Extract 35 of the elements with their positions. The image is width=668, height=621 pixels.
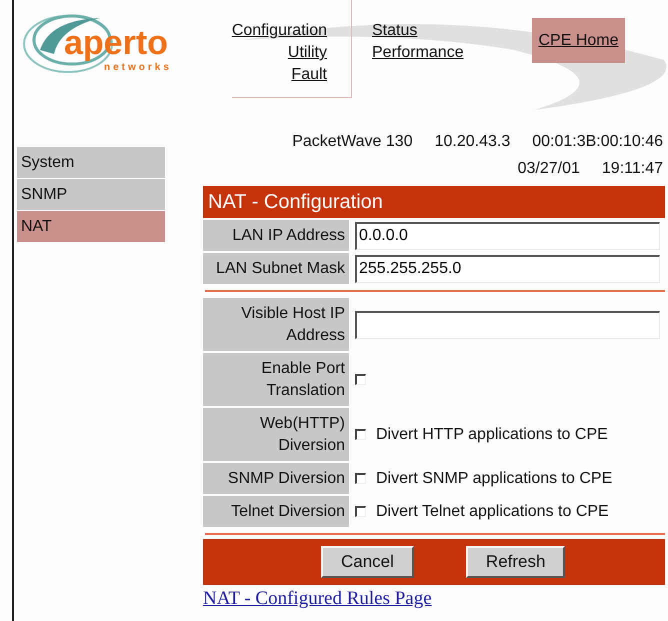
field-label: SNMP Diversion: [203, 463, 349, 494]
sidebar-item[interactable]: NAT: [17, 211, 165, 242]
device-info: PacketWave 130: [292, 132, 413, 150]
checkbox[interactable]: [355, 506, 366, 517]
checkbox[interactable]: [355, 429, 366, 440]
field-label: Visible Host IP Address: [203, 298, 349, 351]
nav-link[interactable]: Utility: [288, 42, 327, 64]
sidebar-item[interactable]: SNMP: [17, 179, 165, 210]
input-field[interactable]: 0.0.0.0: [355, 222, 660, 250]
checkbox[interactable]: [355, 374, 366, 385]
field-label: LAN Subnet Mask: [203, 253, 349, 284]
checkbox[interactable]: [355, 473, 366, 484]
form-button[interactable]: Refresh: [466, 546, 566, 578]
field-label: Telnet Diversion: [203, 496, 349, 527]
checkbox-label: Divert HTTP applications to CPE: [376, 426, 608, 444]
nav-link[interactable]: Configuration: [232, 20, 327, 42]
sidebar-item[interactable]: System: [17, 147, 165, 178]
nav-link[interactable]: Fault: [291, 64, 327, 86]
device-info: 10.20.43.3: [434, 132, 510, 150]
home-button[interactable]: CPE Home: [532, 18, 625, 63]
section-title: NAT - Configuration: [203, 186, 665, 218]
field-label: Enable Port Translation: [203, 353, 349, 406]
nav-link[interactable]: Performance: [372, 42, 464, 64]
field-label: LAN IP Address: [203, 220, 349, 251]
device-info: 00:01:3B:00:10:46: [532, 132, 663, 150]
input-field[interactable]: [355, 310, 660, 338]
form-button[interactable]: Cancel: [321, 546, 414, 578]
checkbox-label: Divert SNMP applications to CPE: [376, 470, 612, 488]
checkbox-label: Divert Telnet applications to CPE: [376, 502, 609, 520]
field-label: Web(HTTP) Diversion: [203, 408, 349, 461]
nav-link[interactable]: Status: [372, 20, 418, 42]
input-field[interactable]: 255.255.255.0: [355, 254, 660, 282]
device-info: 19:11:47: [602, 160, 663, 178]
rules-link[interactable]: NAT - Configured Rules Page: [203, 588, 432, 610]
device-info: 03/27/01: [518, 160, 580, 178]
